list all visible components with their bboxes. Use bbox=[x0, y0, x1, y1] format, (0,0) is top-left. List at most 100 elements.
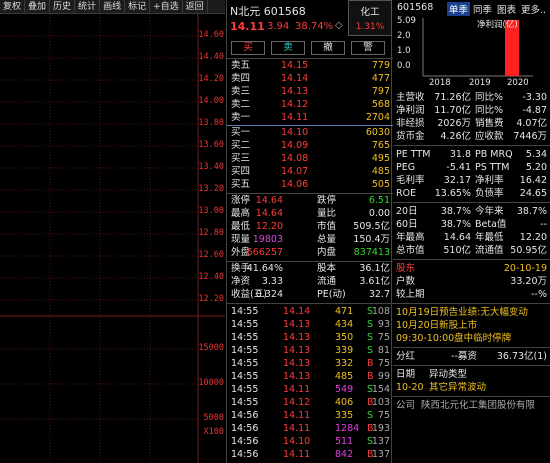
bid-row[interactable]: 买五 14.06 505 bbox=[227, 179, 393, 191]
tick-row[interactable]: 14:55 14.13 332 B 75 bbox=[227, 358, 393, 370]
toolbar-history-button[interactable]: 历史 bbox=[50, 0, 76, 14]
fund-row: 主营收 71.26亿 同比% -3.30 bbox=[393, 92, 550, 104]
tick-row[interactable]: 14:55 14.11 549 S 154 bbox=[227, 384, 393, 396]
tick-row[interactable]: 14:56 14.11 1284 B 193 bbox=[227, 423, 393, 435]
news-item[interactable]: 10月20日新股上市 bbox=[393, 320, 550, 332]
cancel-button[interactable]: 撤 bbox=[311, 41, 345, 55]
fund-cell: 非经损 bbox=[396, 118, 425, 129]
stat-row: 外盘 666257 内盘 837413 bbox=[231, 247, 390, 258]
tick-cell: 154 bbox=[371, 384, 390, 395]
event-row: 10-20 其它异常波动 bbox=[393, 382, 550, 394]
tick-cell: 14:56 bbox=[231, 423, 259, 434]
tick-row[interactable]: 14:55 14.12 406 B 103 bbox=[227, 397, 393, 409]
ask-row[interactable]: 卖一 14.11 2704 bbox=[227, 112, 393, 124]
volume-axis-label: 10000 bbox=[198, 378, 224, 388]
toolbar-stats-button[interactable]: 统计 bbox=[75, 0, 101, 14]
tick-row[interactable]: 14:55 14.13 434 S 93 bbox=[227, 319, 393, 331]
fund-cell: 销售费 bbox=[475, 118, 504, 129]
diamond-icon[interactable]: ◇ bbox=[335, 20, 343, 31]
tick-cell: 1284 bbox=[335, 423, 360, 434]
toolbar-mark-button[interactable]: 标记 bbox=[125, 0, 151, 14]
stat-row: 最高 14.64 量比 0.00 bbox=[231, 208, 390, 219]
alert-button[interactable]: 警 bbox=[351, 41, 385, 55]
tick-cell: 842 bbox=[335, 449, 354, 460]
toolbar-back-button[interactable]: 返回 bbox=[183, 0, 208, 14]
ask-row[interactable]: 卖三 14.13 797 bbox=[227, 86, 393, 98]
tick-row[interactable]: 14:55 14.13 485 B 99 bbox=[227, 371, 393, 383]
stat-row: 涨停 14.64 跌停 6.51 bbox=[231, 195, 390, 206]
holder-row: 户数 33.20万 bbox=[393, 276, 550, 288]
news-text: 10月20日新股上市 bbox=[396, 320, 478, 331]
price-axis-label: 12.80 bbox=[198, 228, 224, 238]
price-axis-label: 14.00 bbox=[198, 96, 224, 106]
fund-row: 毛利率 32.17 净利率 16.42 bbox=[393, 175, 550, 187]
event-row: 日期 异动类型 bbox=[393, 369, 550, 381]
tick-cell: 14:55 bbox=[231, 384, 259, 395]
toolbar-fuquan-button[interactable]: 复权 bbox=[0, 0, 26, 14]
price-axis-label: 13.20 bbox=[198, 184, 224, 194]
toolbar-draw-button[interactable]: 画线 bbox=[100, 0, 126, 14]
sell-button[interactable]: 卖 bbox=[271, 41, 305, 55]
toolbar-overlay-button[interactable]: 叠加 bbox=[25, 0, 51, 14]
chart-grid bbox=[0, 14, 225, 463]
toolbar-add-watch-button[interactable]: +自选 bbox=[150, 0, 183, 14]
holder-row: 较上期 --% bbox=[393, 289, 550, 301]
tick-row[interactable]: 14:56 14.11 335 S 75 bbox=[227, 410, 393, 422]
bid-row[interactable]: 买四 14.07 485 bbox=[227, 166, 393, 178]
tick-row[interactable]: 14:56 14.11 842 B 137 bbox=[227, 449, 393, 461]
fund-cell: 应收款 bbox=[475, 131, 504, 142]
fund-cell: PB MRQ bbox=[475, 149, 513, 160]
tick-row[interactable]: 14:55 14.13 350 S 75 bbox=[227, 332, 393, 344]
fund-cell: 50.95亿 bbox=[510, 245, 547, 256]
tick-list[interactable]: 14:55 14.14 471 S 108 14:55 14.13 434 S 93 14:55 14… bbox=[227, 306, 393, 463]
tick-cell: 339 bbox=[335, 345, 354, 356]
news-text: 09:30-10:00盘中临时停牌 bbox=[396, 333, 512, 344]
event-cell: 异动类型 bbox=[429, 369, 468, 380]
tick-cell: 549 bbox=[335, 384, 354, 395]
tick-cell: S bbox=[367, 345, 374, 356]
stat-row: 净资 3.33 流通 3.61亿 bbox=[231, 276, 390, 287]
fund-cell: 主营收 bbox=[396, 92, 425, 103]
tick-row[interactable]: 14:56 14.10 511 S 137 bbox=[227, 436, 393, 448]
fund-cell: -3.30 bbox=[522, 92, 547, 103]
news-item[interactable]: 09:30-10:00盘中临时停牌 bbox=[393, 333, 550, 345]
chart-toolbar: 复权 叠加 历史 统计 画线 标记 +自选 返回 bbox=[0, 0, 225, 14]
tick-cell: 108 bbox=[371, 306, 390, 317]
bid-row[interactable]: 买二 14.09 765 bbox=[227, 140, 393, 152]
news-item[interactable]: 10月19日预告业绩:无大幅变动 bbox=[393, 307, 550, 319]
intraday-chart[interactable]: 14.60 14.40 14.20 14.00 13.80 13.60 13.4… bbox=[0, 14, 225, 463]
buy-button[interactable]: 买 bbox=[231, 41, 265, 55]
company-name: 陕西北元化工集团股份有限 bbox=[421, 400, 536, 411]
tick-row[interactable]: 14:55 14.13 339 S 81 bbox=[227, 345, 393, 357]
fund-row: ROE 13.65% 负债率 24.65 bbox=[393, 188, 550, 200]
price-axis-label: 14.60 bbox=[198, 30, 224, 40]
tick-cell: 75 bbox=[377, 410, 390, 421]
tick-cell: 193 bbox=[371, 423, 390, 434]
stat-row: 换手 41.64% 股本 36.1亿 bbox=[231, 263, 390, 274]
ask-row[interactable]: 卖五 14.15 779 bbox=[227, 60, 393, 72]
tick-cell: 406 bbox=[335, 397, 354, 408]
sector-box[interactable]: 化工 1.31% bbox=[348, 0, 392, 36]
stat-row: 收益(三) 0.324 PE(动) 32.7 bbox=[231, 289, 390, 300]
ask-row[interactable]: 卖四 14.14 477 bbox=[227, 73, 393, 85]
fund-cell: 7446万 bbox=[513, 131, 547, 142]
ask-row[interactable]: 卖二 14.12 568 bbox=[227, 99, 393, 111]
bar-chart-ylabel: 0.0 bbox=[397, 61, 411, 71]
price-axis-label: 12.40 bbox=[198, 272, 224, 282]
tick-cell: 471 bbox=[335, 306, 354, 317]
tick-row[interactable]: 14:55 14.14 471 S 108 bbox=[227, 306, 393, 318]
holder-label: 较上期 bbox=[396, 289, 425, 300]
fund-cell: 5.34 bbox=[525, 149, 547, 160]
tick-cell: 434 bbox=[335, 319, 354, 330]
tick-cell: 14.11 bbox=[283, 449, 311, 460]
bid-row[interactable]: 买一 14.10 6030 bbox=[227, 127, 393, 139]
holder-label: 股东 bbox=[396, 263, 416, 274]
company-row: 公司 陕西北元化工集团股份有限 bbox=[393, 400, 550, 412]
holder-value: 20-10-19 bbox=[503, 263, 547, 274]
tick-cell: 14.13 bbox=[283, 371, 311, 382]
bid-row[interactable]: 买三 14.08 495 bbox=[227, 153, 393, 165]
fund-cell: -4.87 bbox=[522, 105, 547, 116]
tick-cell: 14:55 bbox=[231, 358, 259, 369]
event-cell: 日期 bbox=[396, 369, 416, 380]
tick-cell: 137 bbox=[371, 449, 390, 460]
